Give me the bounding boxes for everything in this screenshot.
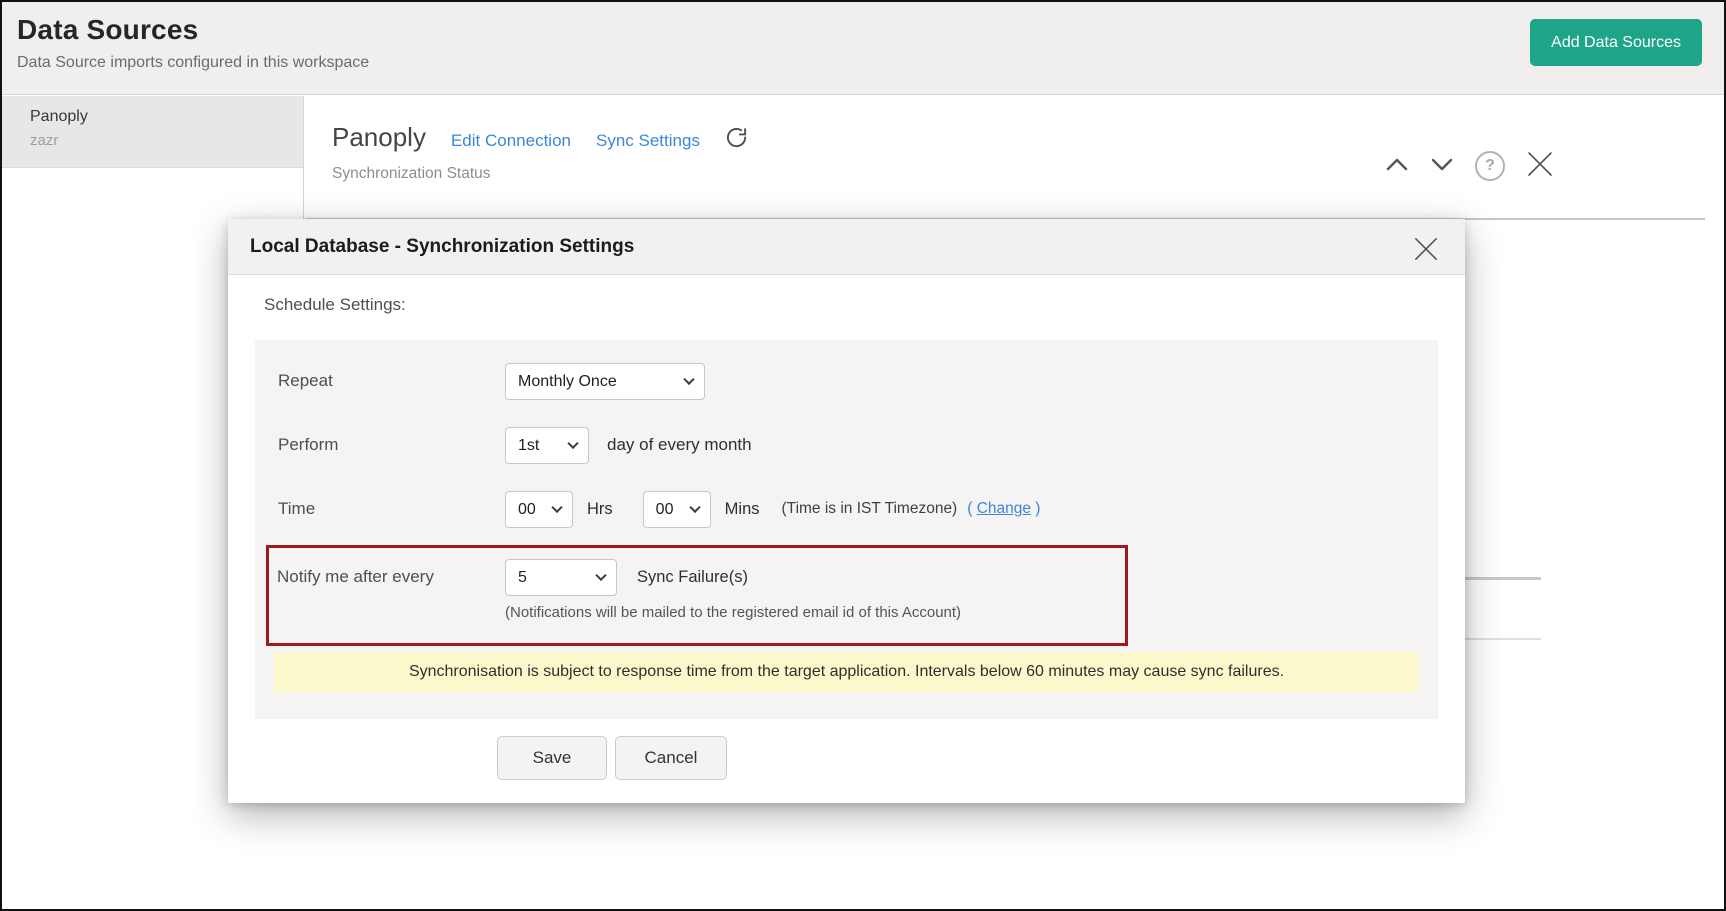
change-timezone-link[interactable]: ( Change ) <box>967 500 1040 518</box>
notify-label: Notify me after every <box>277 567 505 587</box>
background-table-divider <box>1464 638 1541 640</box>
hours-unit-label: Hrs <box>587 500 613 519</box>
synchronization-status-label: Synchronization Status <box>332 165 491 183</box>
perform-suffix-label: day of every month <box>607 435 752 455</box>
page-title: Data Sources <box>17 14 198 46</box>
notify-note: (Notifications will be mailed to the reg… <box>505 604 961 621</box>
sync-settings-link[interactable]: Sync Settings <box>596 131 700 151</box>
time-label: Time <box>278 499 505 519</box>
main-header-row: Panoply Edit Connection Sync Settings <box>332 122 748 153</box>
page-header: Data Sources Data Source imports configu… <box>2 2 1724 95</box>
refresh-icon <box>725 137 748 152</box>
chevron-down-icon <box>1430 157 1454 174</box>
page: Data Sources Data Source imports configu… <box>0 0 1726 911</box>
close-icon <box>1526 150 1554 181</box>
repeat-row: Repeat Monthly Once <box>278 352 1428 410</box>
chevron-up-icon <box>1385 157 1409 174</box>
source-title: Panoply <box>332 122 426 153</box>
background-table-divider <box>1464 577 1541 580</box>
refresh-button[interactable] <box>725 126 748 152</box>
sidebar-item-panoply[interactable]: Panoply zazr <box>2 96 303 168</box>
page-subtitle: Data Source imports configured in this w… <box>17 54 369 72</box>
collapse-up-button[interactable] <box>1383 155 1411 176</box>
minutes-unit-label: Mins <box>725 500 760 519</box>
notify-suffix-label: Sync Failure(s) <box>637 568 748 587</box>
minutes-select[interactable]: 00 <box>643 491 711 528</box>
timezone-note: (Time is in IST Timezone) <box>782 500 958 518</box>
cancel-button[interactable]: Cancel <box>615 736 727 780</box>
sidebar-item-name: Panoply <box>30 108 303 126</box>
schedule-settings-label: Schedule Settings: <box>264 295 406 315</box>
help-button[interactable]: ? <box>1473 149 1507 183</box>
modal-title: Local Database - Synchronization Setting… <box>250 219 634 275</box>
sync-settings-modal: Local Database - Synchronization Setting… <box>228 219 1465 803</box>
notify-highlight-box: Notify me after every 5 Sync Failure(s) … <box>266 545 1128 646</box>
close-icon <box>1413 236 1439 265</box>
collapse-down-button[interactable] <box>1428 155 1456 176</box>
save-button[interactable]: Save <box>497 736 607 780</box>
perform-label: Perform <box>278 435 505 455</box>
notify-count-select[interactable]: 5 <box>505 559 617 596</box>
sync-notice-banner: Synchronisation is subject to response t… <box>274 652 1419 692</box>
modal-header: Local Database - Synchronization Setting… <box>228 219 1465 275</box>
add-data-sources-button[interactable]: Add Data Sources <box>1530 19 1702 66</box>
repeat-select[interactable]: Monthly Once <box>505 363 705 400</box>
panel-icon-row: ? <box>1383 148 1556 183</box>
time-row: Time 00 Hrs 00 Mins (Time is in IST Time… <box>278 480 1428 538</box>
hours-select[interactable]: 00 <box>505 491 573 528</box>
modal-close-button[interactable] <box>1411 234 1441 267</box>
sidebar-item-workspace: zazr <box>30 132 303 149</box>
schedule-settings-panel: Repeat Monthly Once Perform 1st day <box>255 340 1438 719</box>
perform-day-select[interactable]: 1st <box>505 427 589 464</box>
notify-row: Notify me after every 5 Sync Failure(s) <box>277 557 748 597</box>
perform-row: Perform 1st day of every month <box>278 416 1428 474</box>
help-icon: ? <box>1475 151 1505 181</box>
repeat-label: Repeat <box>278 371 505 391</box>
edit-connection-link[interactable]: Edit Connection <box>451 131 571 151</box>
close-panel-button[interactable] <box>1524 148 1556 183</box>
